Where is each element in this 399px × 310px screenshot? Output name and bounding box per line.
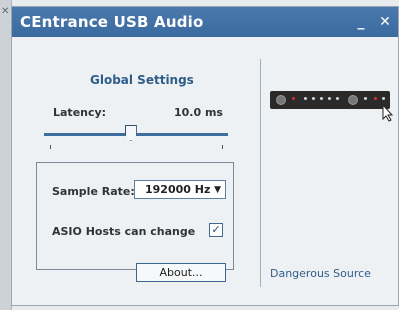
device-led-icon — [292, 97, 295, 100]
window-controls: _ ✕ — [354, 14, 392, 30]
device-knob-icon — [348, 95, 358, 105]
device-led-icon — [320, 97, 323, 100]
device-led-icon — [364, 97, 367, 100]
checkmark-icon: ✓ — [211, 223, 221, 236]
background-close-icon: ✕ — [1, 6, 10, 17]
slider-thumb[interactable] — [124, 125, 137, 141]
sample-rate-select[interactable]: 192000 Hz ▼ — [134, 180, 226, 199]
asio-checkbox[interactable]: ✓ — [209, 223, 223, 237]
audio-format-group: Sample Rate: 192000 Hz ▼ ASIO Hosts can … — [36, 162, 234, 270]
slider-tick-start — [50, 145, 51, 149]
latency-slider[interactable] — [44, 123, 228, 149]
about-button[interactable]: About... — [136, 263, 226, 282]
device-knob-icon — [276, 95, 286, 105]
window-content: Global Settings Latency: 10.0 ms Sample … — [12, 37, 398, 305]
cursor-icon — [382, 104, 394, 122]
minimize-icon[interactable]: _ — [354, 14, 368, 30]
slider-tick-end — [222, 145, 223, 149]
dangerous-source-link[interactable]: Dangerous Source — [270, 267, 371, 280]
latency-label: Latency: — [53, 106, 107, 119]
asio-label: ASIO Hosts can change — [52, 225, 196, 238]
global-settings-title: Global Settings — [90, 73, 194, 87]
device-led-icon — [304, 97, 307, 100]
title-bar: CEntrance USB Audio _ ✕ — [12, 7, 398, 37]
sample-rate-label: Sample Rate: — [52, 185, 135, 198]
device-led-icon — [336, 97, 339, 100]
close-icon[interactable]: ✕ — [378, 14, 392, 30]
latency-value: 10.0 ms — [174, 106, 223, 119]
chevron-down-icon: ▼ — [214, 184, 221, 195]
audio-settings-window: CEntrance USB Audio _ ✕ Global Settings … — [11, 6, 399, 306]
device-led-icon — [382, 97, 385, 100]
device-image — [270, 91, 390, 109]
divider — [260, 59, 261, 287]
sample-rate-value: 192000 Hz — [145, 183, 211, 196]
device-led-icon — [374, 97, 377, 100]
device-led-icon — [328, 97, 331, 100]
window-title: CEntrance USB Audio — [20, 13, 204, 31]
device-led-icon — [312, 97, 315, 100]
